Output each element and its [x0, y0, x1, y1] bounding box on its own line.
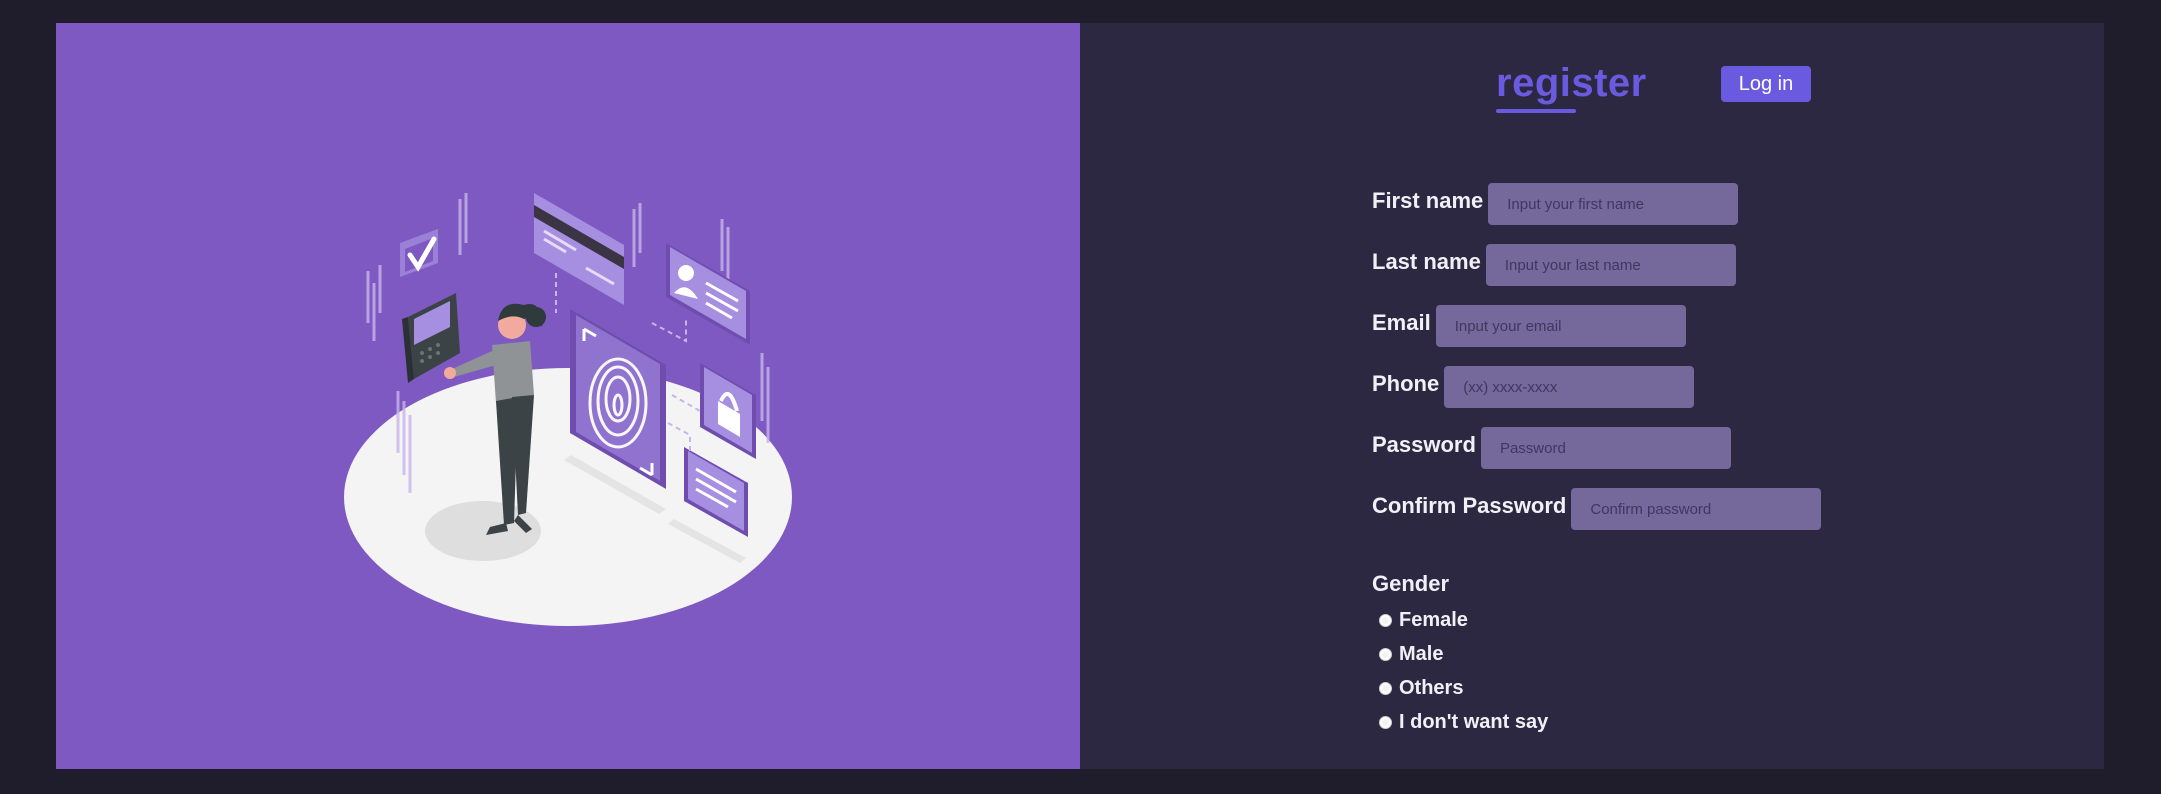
password-row: Password — [1372, 427, 1821, 469]
gender-group: Gender Female Male Others I don't want s… — [1372, 571, 1548, 739]
radio-button[interactable] — [1379, 613, 1392, 627]
gender-title: Gender — [1372, 571, 1450, 596]
radio-label: Male — [1399, 642, 1444, 665]
last-name-row: Last name — [1372, 244, 1821, 286]
login-button[interactable]: Log in — [1721, 66, 1811, 102]
password-label: Password — [1372, 432, 1476, 457]
last-name-label: Last name — [1372, 249, 1481, 274]
checkmark-icon — [400, 229, 438, 277]
phone-row: Phone — [1372, 366, 1821, 408]
radio-label: Female — [1399, 608, 1468, 631]
first-name-label: First name — [1372, 188, 1484, 213]
email-row: Email — [1372, 305, 1821, 347]
page-title: register — [1496, 61, 1647, 105]
confirm-password-row: Confirm Password — [1372, 488, 1822, 530]
phone-label: Phone — [1372, 371, 1440, 396]
register-page: register Log in First name Last name Ema… — [56, 23, 2104, 769]
first-name-input[interactable] — [1488, 183, 1739, 225]
email-label: Email — [1372, 310, 1431, 335]
last-name-input[interactable] — [1485, 244, 1736, 286]
radio-button[interactable] — [1379, 715, 1392, 729]
illustration-panel — [56, 23, 1080, 769]
form-panel: register Log in First name Last name Ema… — [1080, 23, 2104, 769]
gender-option-male[interactable]: Male — [1372, 637, 1548, 671]
first-name-row: First name — [1372, 183, 1821, 225]
title-underline — [1496, 109, 1576, 113]
email-input[interactable] — [1435, 305, 1686, 347]
confirm-password-input[interactable] — [1571, 488, 1822, 530]
radio-label: Others — [1399, 676, 1464, 699]
radio-button[interactable] — [1379, 681, 1392, 695]
id-card-icon — [666, 243, 750, 345]
biometric-illustration — [344, 193, 792, 626]
registration-form: First name Last name Email Phone Passwor… — [1372, 183, 1822, 549]
gender-option-no-say[interactable]: I don't want say — [1372, 705, 1548, 739]
radio-button[interactable] — [1379, 647, 1392, 661]
confirm-password-label: Confirm Password — [1372, 493, 1567, 518]
radio-label: I don't want say — [1399, 710, 1549, 733]
gender-option-others[interactable]: Others — [1372, 671, 1548, 705]
phone-input[interactable] — [1444, 366, 1695, 408]
password-input[interactable] — [1480, 427, 1731, 469]
gender-option-female[interactable]: Female — [1372, 603, 1548, 637]
